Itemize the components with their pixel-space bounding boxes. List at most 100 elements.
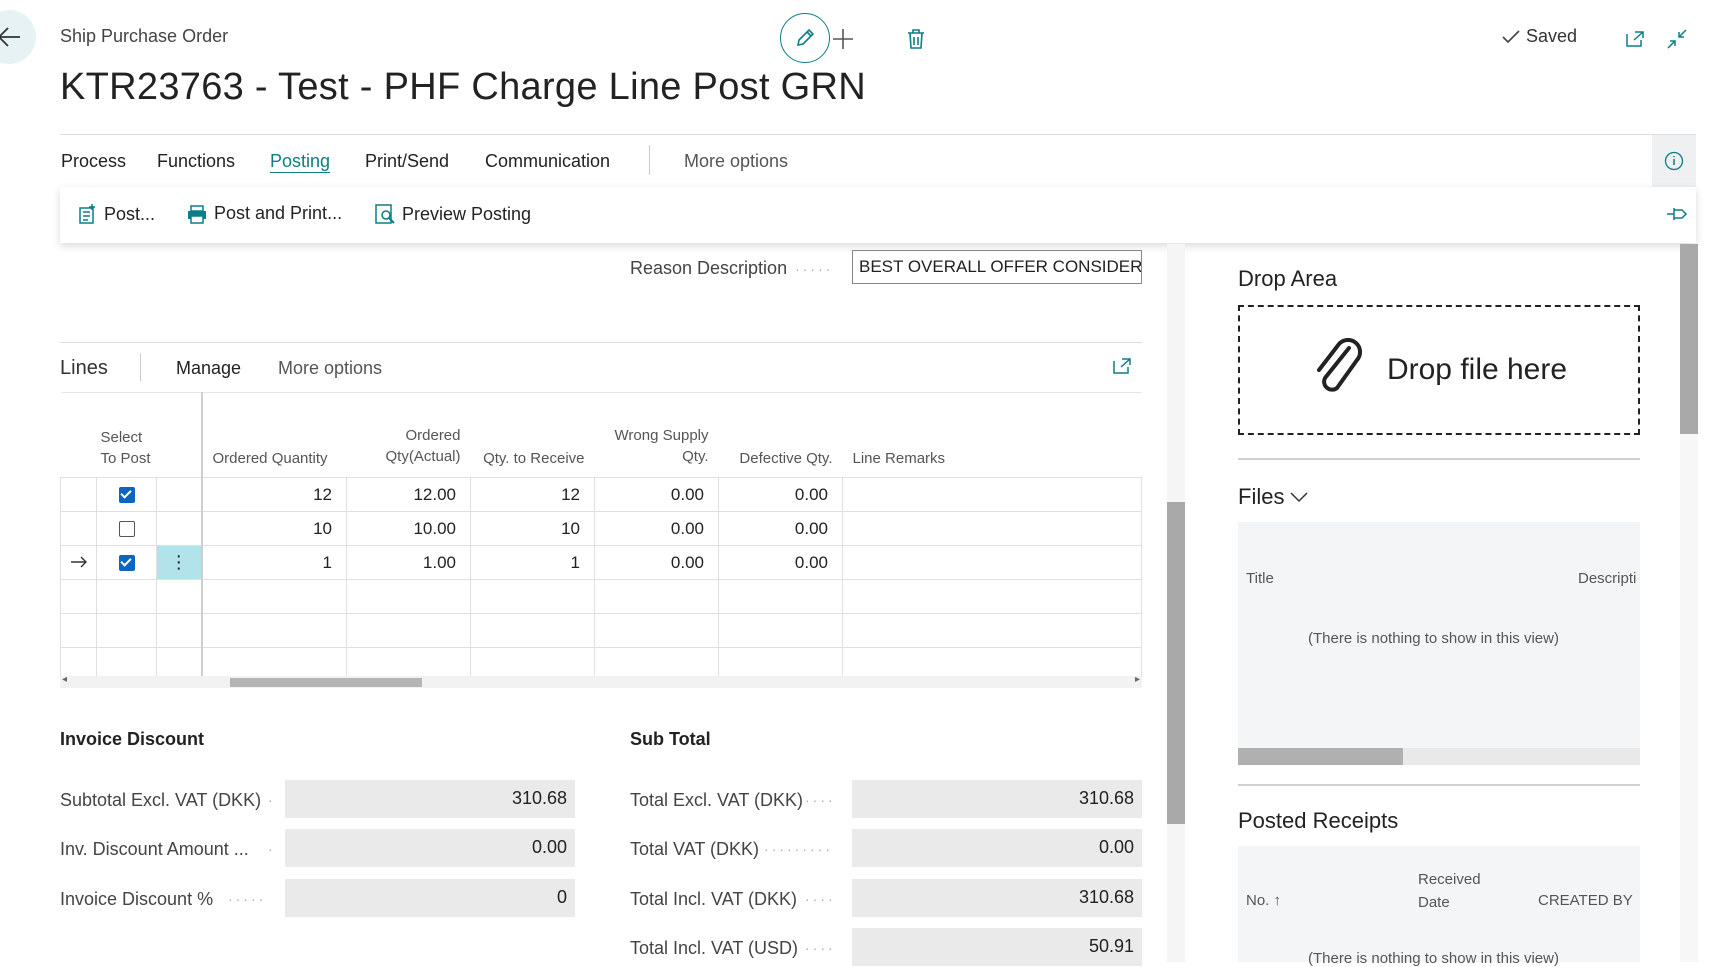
saved-label: Saved [1526,26,1578,46]
table-row[interactable]: 10 10.00 10 0.00 0.00 [60,511,1142,546]
select-checkbox[interactable] [118,555,135,572]
preview-posting-button[interactable]: Preview Posting [374,203,531,225]
scrollbar-thumb[interactable] [1167,502,1185,824]
files-horizontal-scrollbar[interactable] [1238,748,1640,765]
invoice-discount-percent-label: Invoice Discount % [60,889,214,909]
expand-icon [1113,358,1131,374]
scroll-left-icon[interactable]: ◂ [62,674,67,685]
field-dots: ····· [795,260,834,277]
inv-discount-amount-value[interactable]: 0.00 [285,829,575,867]
select-to-post-cell[interactable] [96,477,157,512]
row-indicator [60,477,97,512]
post-button[interactable]: Post... [78,203,155,225]
delete-button[interactable] [901,24,931,54]
table-row[interactable]: ⋮ 1 1.00 1 0.00 0.00 [60,545,1142,580]
receipts-col-created-by[interactable]: CREATED BY [1538,892,1633,909]
lines-more-options[interactable]: More options [278,358,382,379]
menu-posting[interactable]: Posting [270,151,330,172]
field-dots: ···· [805,891,836,907]
field-dots: ···· [805,792,836,808]
lines-expand-button[interactable] [1112,357,1132,380]
post-and-print-button[interactable]: Post and Print... [186,203,342,224]
ordered-quantity-cell[interactable]: 12 [201,477,347,512]
col-ordered-qty-actual[interactable]: Ordered Qty(Actual) [346,392,471,478]
field-dots: ····· [228,891,267,907]
empty-row[interactable] [60,613,1142,648]
select-checkbox[interactable] [118,487,135,504]
back-button[interactable] [0,10,36,64]
scroll-right-icon[interactable]: ▸ [1135,674,1140,685]
scrollbar-thumb[interactable] [230,678,422,687]
line-remarks-cell[interactable] [842,511,1142,546]
col-line-remarks[interactable]: Line Remarks [842,392,1142,478]
col-ordered-quantity[interactable]: Ordered Quantity [201,392,347,478]
grid-header-menu [156,392,203,478]
total-incl-vat-value: 310.68 [852,879,1142,917]
collapse-icon [1667,29,1687,49]
ordered-actual-cell[interactable]: 1.00 [346,545,471,580]
main-vertical-scrollbar[interactable] [1167,244,1185,962]
scrollbar-thumb[interactable] [1238,748,1403,765]
scrollbar-thumb[interactable] [1680,244,1698,434]
ordered-quantity-cell[interactable]: 10 [201,511,347,546]
lines-manage-button[interactable]: Manage [176,358,241,379]
col-defective-qty[interactable]: Defective Qty. [718,392,843,478]
field-dots: · [268,841,276,857]
defective-qty-cell[interactable]: 0.00 [718,511,843,546]
drop-file-text: Drop file here [1386,353,1568,386]
post-icon [79,204,95,224]
select-to-post-cell[interactable] [96,545,157,580]
menu-communication[interactable]: Communication [485,151,610,172]
row-menu-cell[interactable] [156,511,203,546]
field-dots: · [268,792,276,808]
lines-horizontal-scrollbar[interactable]: ◂ ▸ [60,674,1142,688]
files-col-title[interactable]: Title [1246,570,1274,587]
info-button[interactable] [1652,135,1696,187]
select-to-post-cell[interactable] [96,511,157,546]
grid-header-indicator [60,392,97,478]
open-new-window-button[interactable] [1620,24,1650,54]
row-menu-cell[interactable] [156,477,203,512]
defective-qty-cell[interactable]: 0.00 [718,545,843,580]
ordered-actual-cell[interactable]: 10.00 [346,511,471,546]
menu-print-send[interactable]: Print/Send [365,151,449,172]
menu-more-options[interactable]: More options [684,151,788,172]
col-wrong-supply-qty[interactable]: Wrong Supply Qty. [594,392,719,478]
post-label: Post... [104,203,156,224]
more-vertical-icon[interactable]: ⋮ [170,552,188,572]
pin-button[interactable] [1666,205,1688,228]
wrong-supply-cell[interactable]: 0.00 [594,511,719,546]
side-divider [1238,458,1640,460]
qty-to-receive-cell[interactable]: 1 [470,545,595,580]
wrong-supply-cell[interactable]: 0.00 [594,477,719,512]
files-header[interactable]: Files [1238,484,1308,510]
empty-row[interactable] [60,579,1142,614]
line-remarks-cell[interactable] [842,477,1142,512]
defective-qty-cell[interactable]: 0.00 [718,477,843,512]
select-checkbox[interactable] [118,521,135,538]
side-vertical-scrollbar[interactable] [1680,244,1698,962]
col-qty-to-receive[interactable]: Qty. to Receive [470,392,595,478]
col-select-to-post[interactable]: Select To Post [96,392,157,478]
menu-process[interactable]: Process [61,151,126,172]
collapse-button[interactable] [1662,24,1692,54]
row-menu-cell[interactable]: ⋮ [156,545,203,580]
qty-to-receive-cell[interactable]: 12 [470,477,595,512]
receipts-col-received-date[interactable]: Received Date [1418,868,1488,914]
table-row[interactable]: 12 12.00 12 0.00 0.00 [60,477,1142,512]
file-drop-zone[interactable]: Drop file here [1238,305,1640,435]
menu-functions[interactable]: Functions [157,151,235,172]
files-col-description[interactable]: Descripti [1578,570,1636,587]
new-button[interactable] [828,24,858,54]
wrong-supply-cell[interactable]: 0.00 [594,545,719,580]
qty-to-receive-cell[interactable]: 10 [470,511,595,546]
reason-description-input[interactable]: BEST OVERALL OFFER CONSIDERIN [852,250,1142,284]
invoice-discount-percent-value[interactable]: 0 [285,879,575,917]
plus-icon [833,29,853,49]
receipts-col-no[interactable]: No. ↑ [1246,892,1281,909]
line-remarks-cell[interactable] [842,545,1142,580]
edit-button[interactable] [780,13,830,63]
ordered-quantity-cell[interactable]: 1 [201,545,347,580]
ordered-actual-cell[interactable]: 12.00 [346,477,471,512]
files-list: Title Descripti (There is nothing to sho… [1238,522,1640,765]
